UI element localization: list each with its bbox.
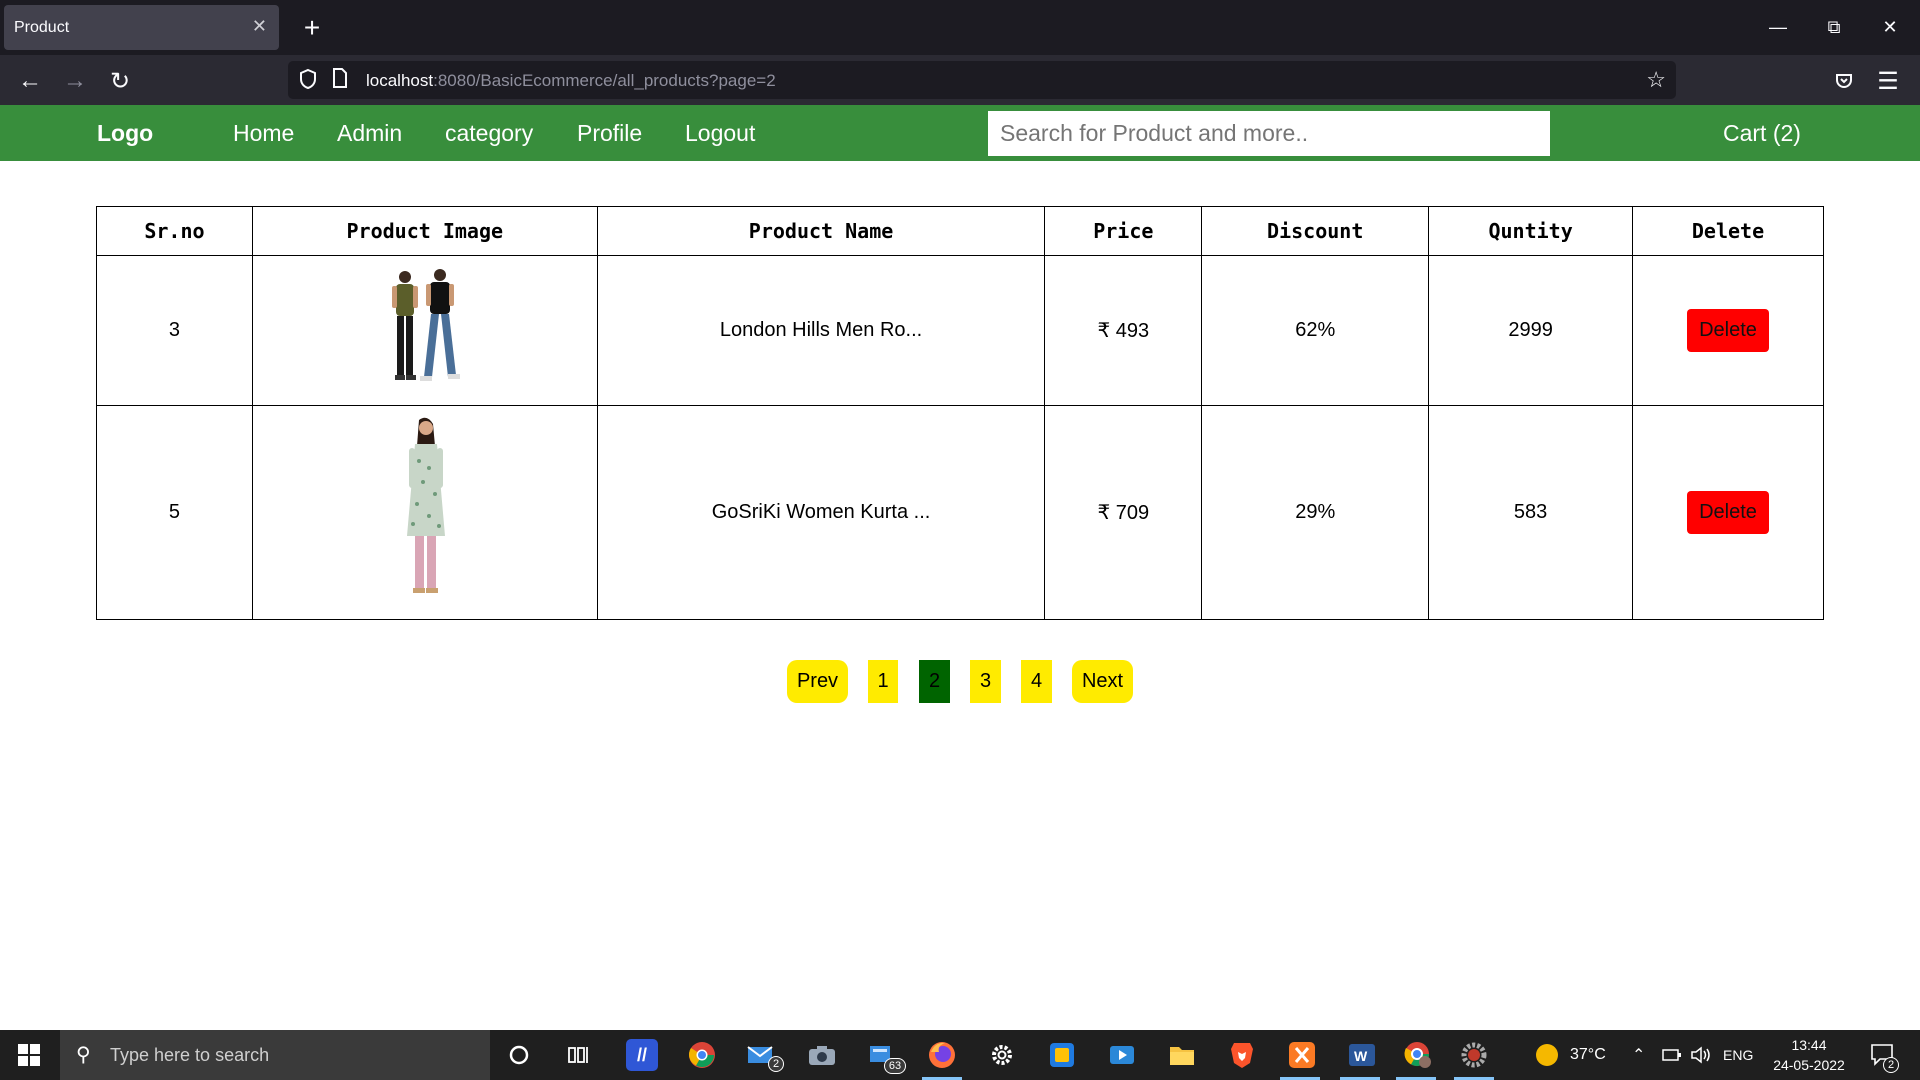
cell-discount: 29% xyxy=(1201,405,1430,620)
chrome-profile-icon[interactable] xyxy=(1402,1039,1434,1071)
task-view-icon[interactable] xyxy=(563,1039,595,1071)
brave-icon[interactable] xyxy=(1226,1039,1258,1071)
taskbar-search-placeholder: Type here to search xyxy=(110,1044,270,1065)
nav-admin[interactable]: Admin xyxy=(337,120,402,147)
cortana-icon[interactable] xyxy=(503,1039,535,1071)
header-discount: Discount xyxy=(1201,206,1430,256)
chrome-icon[interactable] xyxy=(686,1039,718,1071)
cell-delete: Delete xyxy=(1632,405,1824,620)
header-quantity: Quntity xyxy=(1428,206,1634,256)
app-badge: 63 xyxy=(884,1058,906,1074)
nav-home[interactable]: Home xyxy=(233,120,294,147)
nav-category[interactable]: category xyxy=(445,120,533,147)
cart-link[interactable]: Cart (2) xyxy=(1723,120,1801,147)
cell-sr-no: 3 xyxy=(96,255,253,406)
sticky-notes-icon[interactable] xyxy=(1046,1039,1078,1071)
close-window-icon[interactable]: ✕ xyxy=(1870,12,1910,42)
header-sr-no: Sr.no xyxy=(96,206,253,256)
product-image-women-kurta[interactable] xyxy=(395,416,455,604)
browser-tab-bar: Product ✕ + — ⧉ ✕ xyxy=(0,0,1920,55)
taskbar: ⚲ Type here to search // 2 63 W 37°C ⌃ E… xyxy=(0,1030,1920,1080)
search-input[interactable]: Search for Product and more.. xyxy=(988,111,1550,156)
windows-start-icon[interactable] xyxy=(18,1044,40,1071)
new-tab-button[interactable]: + xyxy=(294,10,330,46)
cell-quantity: 583 xyxy=(1428,405,1634,620)
apache-settings-icon[interactable] xyxy=(1458,1039,1490,1071)
vscode-icon[interactable]: // xyxy=(626,1039,658,1071)
back-icon[interactable]: ← xyxy=(12,63,48,99)
media-player-icon[interactable] xyxy=(1106,1039,1138,1071)
delete-button[interactable]: Delete xyxy=(1687,309,1769,352)
clock-time: 13:44 xyxy=(1791,1037,1827,1053)
tab-close-icon[interactable]: ✕ xyxy=(252,16,267,37)
cell-product-name: London Hills Men Ro... xyxy=(596,255,1046,406)
nav-profile[interactable]: Profile xyxy=(577,120,642,147)
xampp-icon[interactable] xyxy=(1286,1039,1318,1071)
pagination-page-4[interactable]: 4 xyxy=(1021,660,1052,703)
pagination-page-2[interactable]: 2 xyxy=(919,660,950,703)
minimize-icon[interactable]: — xyxy=(1758,12,1798,42)
clock-date: 24-05-2022 xyxy=(1773,1057,1845,1073)
shield-icon[interactable] xyxy=(298,68,318,95)
bookmark-star-icon[interactable]: ☆ xyxy=(1646,67,1666,93)
temperature: 37°C xyxy=(1570,1046,1606,1063)
header-product-name: Product Name xyxy=(596,206,1046,256)
pagination-page-3[interactable]: 3 xyxy=(970,660,1001,703)
nav-logout[interactable]: Logout xyxy=(685,120,755,147)
sun-icon xyxy=(1536,1044,1558,1066)
header-price: Price xyxy=(1044,206,1203,256)
clock[interactable]: 13:44 24-05-2022 xyxy=(1768,1030,1850,1080)
cell-delete: Delete xyxy=(1632,255,1824,406)
svg-text:W: W xyxy=(1354,1048,1368,1064)
cell-price: ₹ 709 xyxy=(1044,405,1203,620)
camera-icon[interactable] xyxy=(806,1039,838,1071)
mail-badge: 2 xyxy=(768,1056,784,1072)
product-image-men-tshirts[interactable] xyxy=(380,267,470,389)
site-header: Logo Home Admin category Profile Logout … xyxy=(0,105,1920,161)
cell-discount: 62% xyxy=(1201,255,1430,406)
address-bar[interactable]: localhost:8080/BasicEcommerce/all_produc… xyxy=(288,61,1676,99)
cell-product-image xyxy=(251,255,598,406)
cell-price: ₹ 493 xyxy=(1044,255,1203,406)
browser-tab[interactable]: Product ✕ xyxy=(4,5,279,50)
restore-icon[interactable]: ⧉ xyxy=(1814,12,1854,42)
file-explorer-icon[interactable] xyxy=(1166,1039,1198,1071)
search-icon: ⚲ xyxy=(76,1044,91,1066)
cell-product-image xyxy=(251,405,598,620)
pagination-page-1[interactable]: 1 xyxy=(868,660,898,703)
cell-product-name: GoSriKi Women Kurta ... xyxy=(596,405,1046,620)
word-icon[interactable]: W xyxy=(1346,1039,1378,1071)
settings-gear-icon[interactable] xyxy=(986,1039,1018,1071)
delete-button[interactable]: Delete xyxy=(1687,491,1769,534)
header-product-image: Product Image xyxy=(251,206,598,256)
weather-widget[interactable]: 37°C xyxy=(1536,1030,1606,1080)
header-delete: Delete xyxy=(1632,206,1824,256)
pocket-icon[interactable] xyxy=(1826,63,1862,99)
firefox-icon[interactable] xyxy=(926,1039,958,1071)
taskbar-search-input[interactable]: ⚲ Type here to search xyxy=(60,1030,490,1080)
cell-quantity: 2999 xyxy=(1428,255,1634,406)
pagination-prev[interactable]: Prev xyxy=(787,660,848,703)
forward-icon[interactable]: → xyxy=(57,63,93,99)
cell-sr-no: 5 xyxy=(96,405,253,620)
page-icon[interactable] xyxy=(332,68,348,93)
volume-icon[interactable] xyxy=(1690,1030,1712,1080)
url-text[interactable]: localhost:8080/BasicEcommerce/all_produc… xyxy=(366,71,776,91)
table-header-row: Sr.no Product Image Product Name Price D… xyxy=(96,206,1824,256)
table-row: 5 GoSriKi Women Kurta ... ₹ 709 29% 583 … xyxy=(96,405,1824,620)
tab-title: Product xyxy=(14,18,70,36)
pagination-next[interactable]: Next xyxy=(1072,660,1133,703)
menu-icon[interactable]: ☰ xyxy=(1870,63,1906,99)
reload-icon[interactable]: ↻ xyxy=(102,63,138,99)
table-row: 3 London Hills Men Ro... ₹ 493 62% 2999 … xyxy=(96,255,1824,406)
battery-icon[interactable] xyxy=(1662,1030,1682,1080)
site-logo[interactable]: Logo xyxy=(97,120,153,147)
notification-badge: 2 xyxy=(1883,1057,1899,1073)
language-indicator[interactable]: ENG xyxy=(1723,1030,1753,1080)
products-table: Sr.no Product Image Product Name Price D… xyxy=(96,206,1824,620)
tray-chevron-icon[interactable]: ⌃ xyxy=(1632,1030,1645,1080)
